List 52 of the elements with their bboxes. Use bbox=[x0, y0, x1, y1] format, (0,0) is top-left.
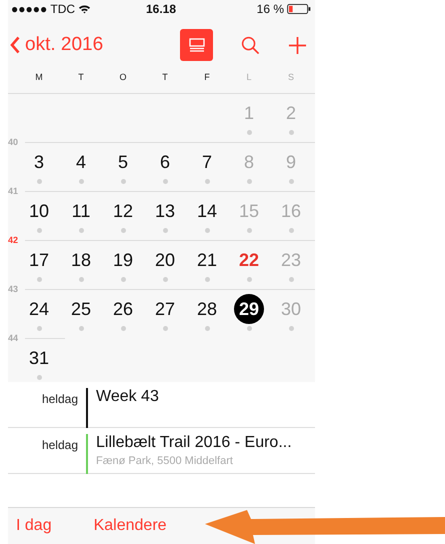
day-number[interactable]: 21 bbox=[192, 245, 222, 275]
chevron-left-icon bbox=[10, 36, 20, 54]
day-number[interactable]: 10 bbox=[24, 196, 54, 226]
day-number[interactable]: 31 bbox=[24, 343, 54, 373]
event-time: heldag bbox=[40, 391, 78, 406]
search-icon[interactable] bbox=[241, 36, 260, 54]
day-number[interactable]: 18 bbox=[66, 245, 96, 275]
day-number[interactable]: 5 bbox=[108, 147, 138, 177]
day-number[interactable]: 26 bbox=[108, 294, 138, 324]
day-number[interactable]: 14 bbox=[192, 196, 222, 226]
event-row[interactable]: heldag Lillebælt Trail 2016 - Euro... Fænø Park, 5500 Middelfart bbox=[8, 428, 315, 474]
day-number[interactable]: 17 bbox=[24, 245, 54, 275]
day-number[interactable]: 11 bbox=[66, 196, 96, 226]
weekday-label: T bbox=[161, 72, 169, 82]
day-number[interactable]: 13 bbox=[150, 196, 180, 226]
day-number[interactable]: 28 bbox=[192, 294, 222, 324]
weekday-label: L bbox=[245, 72, 252, 82]
week-number: 40 bbox=[8, 137, 20, 147]
list-view-button[interactable] bbox=[180, 29, 213, 61]
day-number[interactable]: 7 bbox=[192, 147, 222, 177]
day-number[interactable]: 4 bbox=[66, 147, 96, 177]
list-icon bbox=[188, 38, 204, 52]
battery-percent: 16 % bbox=[256, 2, 284, 16]
day-number[interactable]: 3 bbox=[24, 147, 54, 177]
add-icon[interactable] bbox=[288, 36, 307, 54]
week-number: 43 bbox=[8, 284, 20, 294]
week-number: 41 bbox=[8, 186, 20, 196]
day-number[interactable]: 27 bbox=[150, 294, 180, 324]
week-number: 42 bbox=[8, 235, 20, 245]
selected-day[interactable]: 29 bbox=[234, 294, 264, 324]
wifi-icon bbox=[78, 4, 92, 14]
day-number[interactable]: 24 bbox=[24, 294, 54, 324]
weekday-label: T bbox=[77, 72, 85, 82]
carrier-name: ●●●●● TDC bbox=[11, 2, 76, 16]
event-time: heldag bbox=[40, 437, 78, 452]
week-number: 44 bbox=[8, 333, 20, 343]
event-location: Fænø Park, 5500 Middelfart bbox=[96, 455, 234, 467]
battery-icon bbox=[287, 4, 311, 14]
weekday-label: S bbox=[286, 72, 295, 82]
event-title: Week 43 bbox=[96, 388, 159, 406]
weekday-label: O bbox=[118, 72, 128, 82]
day-number[interactable]: 20 bbox=[150, 245, 180, 275]
event-row[interactable]: heldag Week 43 bbox=[8, 382, 315, 428]
day-number[interactable]: 22 bbox=[234, 245, 264, 275]
day-number[interactable]: 12 bbox=[108, 196, 138, 226]
day-number[interactable]: 6 bbox=[150, 147, 180, 177]
event-title: Lillebælt Trail 2016 - Euro... bbox=[96, 434, 292, 452]
clock-time: 16.18 bbox=[146, 2, 176, 16]
day-number[interactable]: 19 bbox=[108, 245, 138, 275]
day-number[interactable]: 25 bbox=[66, 294, 96, 324]
weekday-label: F bbox=[203, 72, 211, 82]
weekday-label: M bbox=[34, 72, 44, 82]
